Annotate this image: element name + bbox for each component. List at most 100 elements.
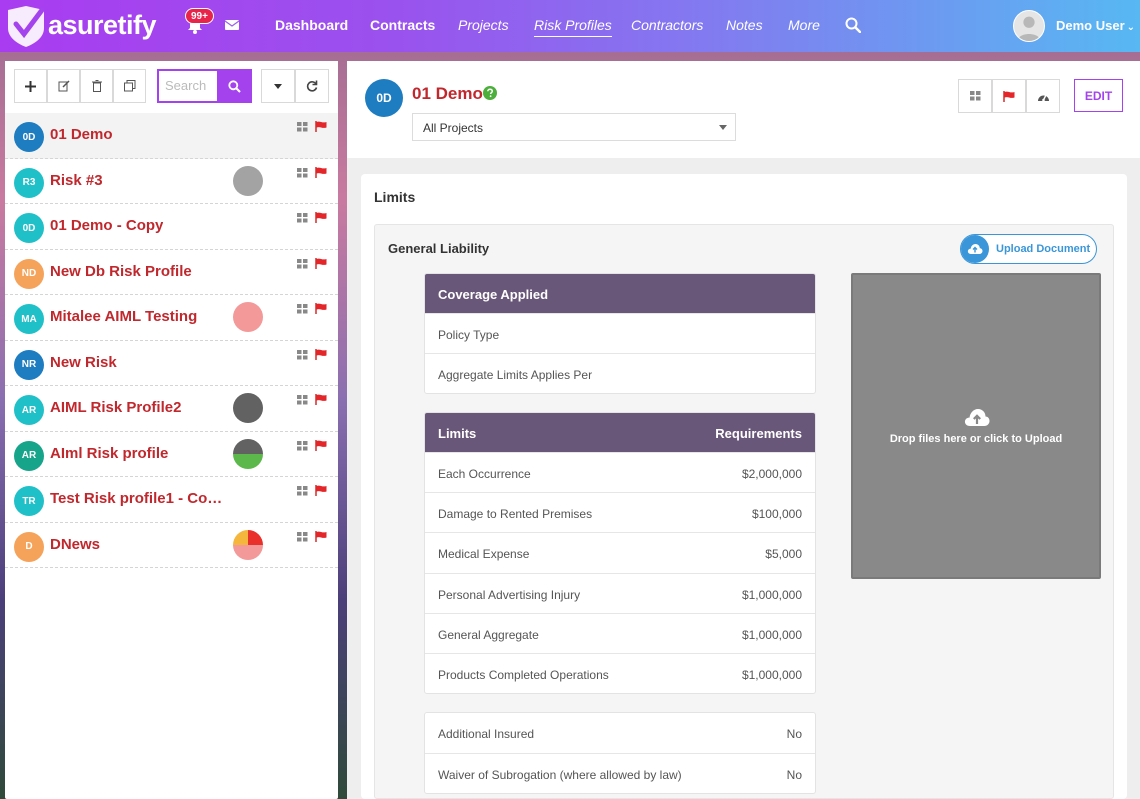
edit-profile-button[interactable]: EDIT: [1074, 79, 1123, 112]
list-item[interactable]: AR AIml Risk profile: [5, 432, 338, 477]
section-title: Limits: [374, 189, 416, 205]
list-item[interactable]: ND New Db Risk Profile: [5, 250, 338, 295]
user-avatar[interactable]: [1013, 10, 1045, 42]
list-item[interactable]: 0D 01 Demo: [5, 113, 338, 159]
search-submit-button[interactable]: [217, 69, 252, 103]
nav-projects[interactable]: Projects: [458, 17, 509, 33]
row-value: $1,000,000: [741, 667, 802, 682]
flag-icon[interactable]: [315, 348, 327, 360]
grid-icon[interactable]: [297, 440, 308, 451]
envelope-icon[interactable]: [225, 19, 239, 31]
flag-icon[interactable]: [315, 530, 327, 542]
grid-icon[interactable]: [297, 395, 308, 405]
list-item[interactable]: D DNews: [5, 523, 338, 568]
project-select-value: All Projects: [423, 121, 484, 135]
search-icon[interactable]: [845, 17, 861, 33]
dashboard-button[interactable]: [1026, 79, 1060, 113]
top-navbar: asuretify 99+ Dashboard Contracts Projec…: [0, 0, 1140, 52]
flag-icon[interactable]: [315, 166, 327, 178]
row-label: Personal Advertising Injury: [438, 587, 581, 602]
profile-name: 01 Demo: [50, 126, 113, 143]
grid-icon[interactable]: [297, 349, 308, 360]
filter-dropdown-button[interactable]: [261, 69, 295, 103]
nav-notes[interactable]: Notes: [726, 17, 763, 33]
grid-icon[interactable]: [297, 213, 308, 223]
column-header: Coverage Applied: [438, 287, 549, 302]
row-label: Additional Insured: [438, 727, 535, 741]
nav-contractors[interactable]: Contractors: [631, 17, 703, 33]
grid-icon[interactable]: [297, 531, 308, 542]
row-value: $100,000: [751, 507, 802, 522]
nav-contracts[interactable]: Contracts: [370, 17, 435, 33]
grid-icon[interactable]: [297, 486, 308, 496]
file-dropzone[interactable]: Drop files here or click to Upload: [851, 273, 1101, 579]
row-label: Each Occurrence: [438, 467, 531, 481]
upload-document-button[interactable]: Upload Document: [960, 234, 1097, 264]
upload-label: Upload Document: [996, 243, 1091, 255]
search-input[interactable]: Search: [157, 69, 217, 103]
limits-card: Limits General Liability Upload Document…: [361, 174, 1127, 799]
coverage-applied-table: Coverage Applied Policy Type Aggregate L…: [424, 273, 816, 395]
nav-more[interactable]: More: [788, 17, 820, 33]
brand-name: asuretify: [48, 10, 157, 40]
flag-icon[interactable]: [315, 439, 327, 451]
list-item[interactable]: 0D 01 Demo - Copy: [5, 204, 338, 250]
list-item[interactable]: TR Test Risk profile1 - Coverage Changes: [5, 477, 338, 523]
compliance-status-icon: [233, 165, 263, 196]
grid-icon[interactable]: [297, 167, 308, 178]
flag-icon[interactable]: [315, 121, 327, 132]
grid-view-button[interactable]: [958, 79, 992, 113]
row-label: Waiver of Subrogation (where allowed by …: [438, 768, 682, 783]
table-row: General Aggregate $1,000,000: [425, 612, 815, 653]
copy-button[interactable]: [113, 69, 146, 103]
flag-icon[interactable]: [315, 394, 327, 405]
compliance-status-icon: [233, 302, 263, 332]
row-label: Damage to Rented Premises: [438, 507, 593, 522]
refresh-button[interactable]: [295, 69, 329, 103]
refresh-icon: [306, 80, 318, 92]
nav-dashboard[interactable]: Dashboard: [275, 17, 348, 33]
compliance-status-icon: [233, 529, 263, 560]
grid-icon[interactable]: [297, 122, 308, 132]
compliance-status-icon: [233, 393, 263, 423]
notification-badge: 99+: [185, 8, 214, 24]
edit-button[interactable]: [47, 69, 80, 103]
nav-risk-profiles[interactable]: Risk Profiles: [534, 17, 612, 37]
grid-icon[interactable]: [297, 258, 308, 269]
flag-icon[interactable]: [315, 485, 327, 496]
help-circle-icon[interactable]: [483, 86, 497, 100]
limits-table: Limits Requirements Each Occurrence $2,00…: [424, 412, 816, 695]
flag-button[interactable]: [992, 79, 1026, 113]
grid-icon[interactable]: [297, 304, 308, 314]
pencil-icon: [58, 80, 70, 92]
project-select[interactable]: All Projects: [412, 113, 736, 141]
flag-icon[interactable]: [315, 257, 327, 269]
delete-button[interactable]: [80, 69, 113, 103]
list-item[interactable]: R3 Risk #3: [5, 159, 338, 204]
row-label: Aggregate Limits Applies Per: [438, 368, 593, 383]
profile-name: AIML Risk Profile2: [50, 399, 182, 416]
brand-logo[interactable]: asuretify: [4, 4, 157, 48]
row-value: $5,000: [765, 547, 802, 562]
table-row: Products Completed Operations $1,000,000: [425, 652, 815, 693]
avatar: 0D: [365, 79, 403, 117]
risk-profile-list: 0D 01 Demo R3 Risk #3 0D 01 Demo - Copy …: [5, 113, 338, 568]
list-item[interactable]: AR AIML Risk Profile2: [5, 386, 338, 432]
avatar: NR: [14, 349, 44, 380]
flag-icon[interactable]: [315, 212, 327, 223]
profile-name: Risk #3: [50, 171, 103, 189]
risk-profile-sidebar: Search 0D 01 Demo R3 Risk #3 0D 01 Demo …: [5, 61, 338, 799]
user-silhouette-icon: [1017, 16, 1041, 41]
avatar: D: [14, 531, 44, 562]
column-header: Requirements: [715, 426, 802, 441]
list-item[interactable]: NR New Risk: [5, 341, 338, 386]
profile-name: DNews: [50, 535, 101, 553]
profile-name: Test Risk profile1 - Coverage Changes: [50, 490, 225, 507]
user-menu[interactable]: Demo User ⌄: [1056, 18, 1135, 33]
list-item[interactable]: MA Mitalee AIML Testing: [5, 295, 338, 341]
profile-header: 0D 01 Demo All Projects EDIT: [347, 61, 1140, 158]
trash-icon: [91, 80, 102, 92]
add-button[interactable]: [14, 69, 47, 103]
flag-icon[interactable]: [315, 303, 327, 314]
avatar: ND: [14, 258, 44, 289]
